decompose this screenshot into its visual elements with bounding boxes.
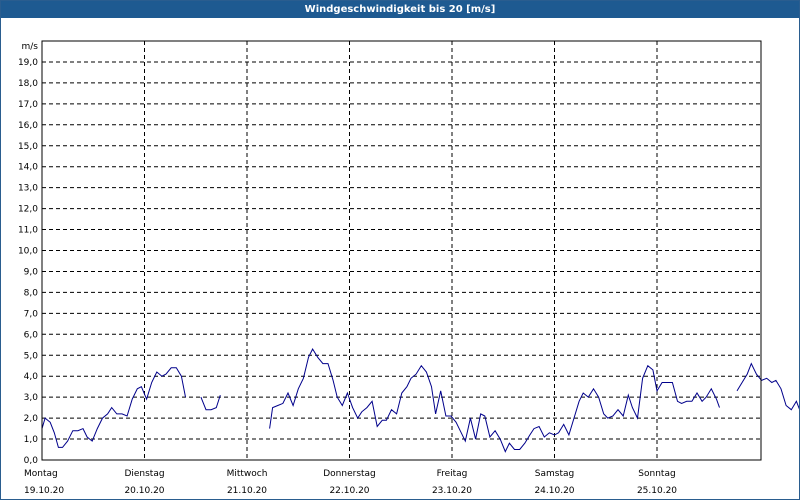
y-tick-label: 18,0 bbox=[18, 79, 38, 89]
day-name-label: Donnerstag bbox=[323, 469, 376, 479]
y-tick-label: 17,0 bbox=[18, 100, 38, 110]
day-date-label: 19.10.20 bbox=[24, 486, 64, 496]
day-name-label: Montag bbox=[24, 469, 58, 479]
y-tick-label: 5,0 bbox=[24, 351, 39, 361]
day-date-label: 25.10.20 bbox=[637, 486, 677, 496]
wind-speed-series bbox=[41, 347, 799, 453]
line-chart: 0,0 1,0 2,0 3,0 4,0 5,0 6,0 7,0 8,0 9,0 10,0 11,0 12… bbox=[18, 40, 799, 496]
day-name-label: Samstag bbox=[535, 469, 574, 479]
y-tick-label: 10,0 bbox=[18, 247, 38, 257]
day-date-label: 24.10.20 bbox=[534, 486, 574, 496]
day-name-label: Dienstag bbox=[124, 469, 164, 479]
y-tick-label: 8,0 bbox=[24, 288, 39, 298]
chart-window: Windgeschwindigkeit bis 20 [m/s] 0,0 1,0 2… bbox=[0, 0, 800, 500]
y-tick-label: 1,0 bbox=[24, 435, 39, 445]
day-name-label: Mittwoch bbox=[227, 469, 268, 479]
day-name-label: Freitag bbox=[437, 469, 468, 479]
wind-speed-line bbox=[736, 362, 799, 411]
y-tick-label: 19,0 bbox=[18, 58, 38, 68]
grid-lines bbox=[42, 41, 761, 460]
y-tick-label: 6,0 bbox=[24, 330, 39, 340]
y-tick-label: 11,0 bbox=[18, 226, 38, 236]
y-tick-label: 4,0 bbox=[24, 372, 39, 382]
day-date-label: 20.10.20 bbox=[124, 486, 164, 496]
y-tick-label: 12,0 bbox=[18, 205, 38, 215]
y-tick-label: 15,0 bbox=[18, 142, 38, 152]
y-tick-label: 3,0 bbox=[24, 393, 39, 403]
wind-speed-line bbox=[41, 367, 186, 448]
axis-labels: 0,0 1,0 2,0 3,0 4,0 5,0 6,0 7,0 8,0 9,0 10,0 11,0 12… bbox=[18, 42, 677, 496]
y-tick-label: 2,0 bbox=[24, 414, 39, 424]
y-tick-label: 14,0 bbox=[18, 163, 38, 173]
y-axis-label: m/s bbox=[22, 42, 39, 52]
day-date-label: 22.10.20 bbox=[329, 486, 369, 496]
y-tick-label: 0,0 bbox=[24, 456, 39, 466]
wind-speed-line bbox=[269, 347, 720, 453]
y-tick-label: 9,0 bbox=[24, 267, 39, 277]
day-date-label: 21.10.20 bbox=[227, 486, 267, 496]
day-date-label: 23.10.20 bbox=[432, 486, 472, 496]
y-tick-label: 7,0 bbox=[24, 309, 39, 319]
day-name-label: Sonntag bbox=[638, 469, 675, 479]
y-tick-label: 16,0 bbox=[18, 121, 38, 131]
y-tick-label: 13,0 bbox=[18, 184, 38, 194]
